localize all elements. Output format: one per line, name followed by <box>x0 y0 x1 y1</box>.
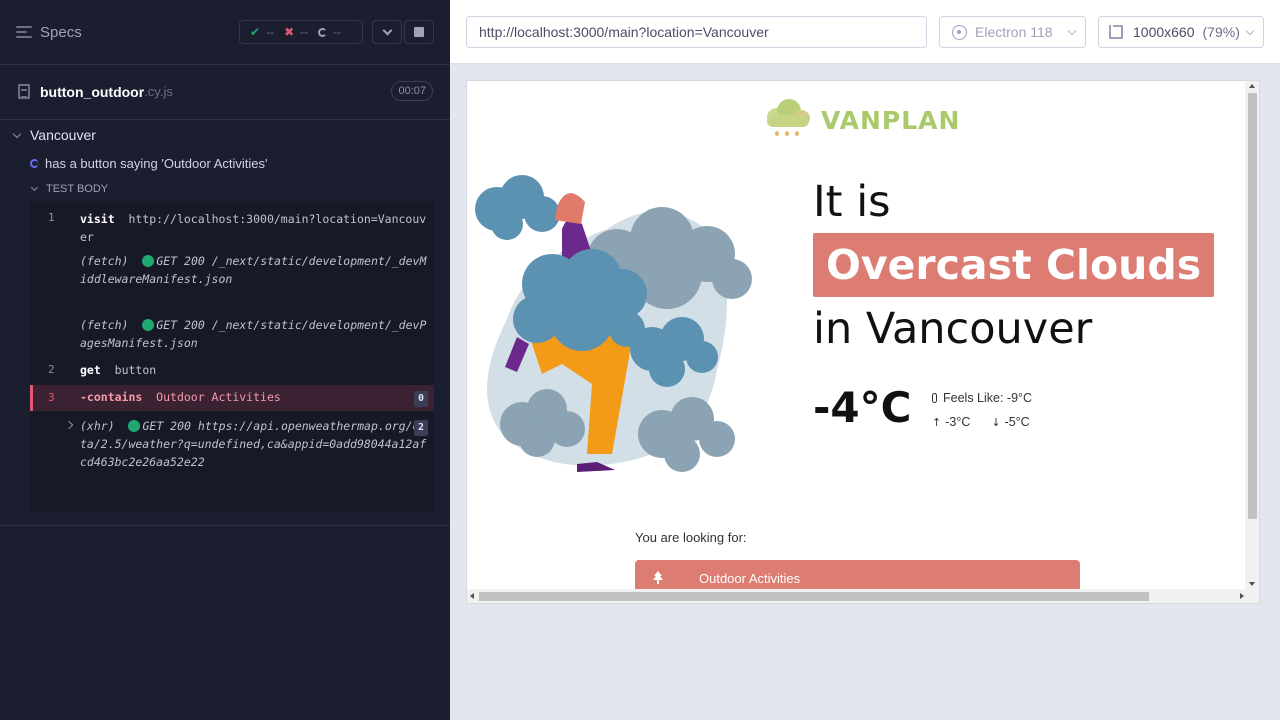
chevron-down-icon <box>382 25 392 35</box>
vertical-scrollbar[interactable] <box>1245 81 1259 589</box>
scroll-down-icon[interactable] <box>1249 582 1255 586</box>
chevron-down-icon <box>1067 26 1077 36</box>
stop-icon <box>414 27 424 37</box>
test-title[interactable]: has a button saying 'Outdoor Activities' <box>0 148 450 178</box>
status-dot-icon <box>142 319 155 331</box>
browser-selector[interactable]: Electron 118 <box>939 16 1086 48</box>
spec-file-ext: .cy.js <box>144 84 173 99</box>
scrollbar-thumb[interactable] <box>1248 93 1257 519</box>
app-logo[interactable]: VANPLAN <box>761 97 960 143</box>
command-row-failed[interactable]: 3 -contains Outdoor Activities 0 <box>30 385 434 411</box>
status-dot-icon <box>142 255 155 267</box>
chevron-down-icon <box>30 183 39 192</box>
failed-stat: ✖ -- <box>284 25 309 39</box>
weather-condition: Overcast Clouds <box>813 233 1215 297</box>
command-row[interactable]: 2 get button <box>30 359 434 383</box>
stop-button[interactable] <box>404 20 434 44</box>
command-row[interactable]: 1 visit http://localhost:3000/main?locat… <box>30 207 434 247</box>
reporter-header: Specs ✔ -- ✖ -- -- <box>0 0 450 65</box>
document-icon <box>18 84 30 99</box>
location-line: in Vancouver <box>813 304 1093 354</box>
suite: Vancouver has a button saying 'Outdoor A… <box>0 122 450 200</box>
spinner-icon <box>30 158 39 168</box>
electron-icon <box>952 24 967 40</box>
temp-max: -3°C <box>945 415 971 429</box>
duration-badge: 00:07 <box>391 81 433 101</box>
spec-file-row[interactable]: button_outdoor .cy.js 00:07 <box>0 64 450 120</box>
x-icon: ✖ <box>284 25 295 39</box>
scroll-right-icon[interactable] <box>1240 593 1244 599</box>
scroll-left-icon[interactable] <box>470 593 474 599</box>
status-dot-icon <box>128 420 141 432</box>
arrow-down-icon: ↓ <box>991 416 1001 429</box>
command-row[interactable]: (xhr) GET 200 https://api.openweathermap… <box>30 417 434 509</box>
pending-icon <box>318 27 328 37</box>
passed-stat: ✔ -- <box>250 25 275 39</box>
cloud-logo-icon <box>767 99 810 136</box>
thermometer-icon <box>932 393 937 403</box>
horizontal-scrollbar[interactable] <box>467 589 1259 603</box>
weather-illustration <box>475 175 752 472</box>
tree-icon <box>653 571 663 584</box>
pending-stat: -- <box>318 25 341 39</box>
command-log: 1 visit http://localhost:3000/main?locat… <box>30 203 434 512</box>
spec-file-name: button_outdoor <box>40 83 145 100</box>
url-field[interactable]: http://localhost:3000/main?location=Vanc… <box>466 16 927 48</box>
specs-label[interactable]: Specs <box>40 24 82 41</box>
weather-summary: It is Overcast Clouds in Vancouver <box>813 173 1215 361</box>
count-badge: 2 <box>414 420 428 436</box>
chevron-down-icon <box>1245 26 1255 36</box>
chevron-right-icon[interactable] <box>64 420 74 430</box>
temp-min: -5°C <box>1004 415 1030 429</box>
app-frame: VANPLAN It is Overcast Clouds in Vancouv… <box>466 80 1260 604</box>
reporter-panel: Specs ✔ -- ✖ -- -- button_outdoor .cy.js 0… <box>0 0 450 720</box>
scroll-up-icon[interactable] <box>1249 84 1255 88</box>
check-icon: ✔ <box>250 25 261 39</box>
headline-prefix: It is <box>813 177 891 227</box>
count-badge: 0 <box>414 391 428 407</box>
ruler-icon <box>1109 25 1123 39</box>
temperature-details: Feels Like: -9°C ↑ -3°C ↓ -5°C <box>932 389 1032 437</box>
suite-title[interactable]: Vancouver <box>0 122 450 148</box>
aut-toolbar: http://localhost:3000/main?location=Vanc… <box>450 0 1280 64</box>
viewport-selector[interactable]: 1000x660 (79%) <box>1098 16 1264 48</box>
logo-text: VANPLAN <box>821 105 961 135</box>
temperature: -4°C <box>813 383 912 432</box>
looking-for-label: You are looking for: <box>635 530 747 545</box>
test-body-toggle[interactable]: TEST BODY <box>0 178 450 200</box>
divider <box>0 525 450 526</box>
scrollbar-thumb[interactable] <box>479 592 1149 601</box>
command-row[interactable]: (fetch) GET 200 /_next/static/developmen… <box>30 316 434 356</box>
command-row[interactable]: (fetch) GET 200 /_next/static/developmen… <box>30 251 434 309</box>
menu-icon[interactable] <box>16 26 32 38</box>
chevron-down-icon <box>12 129 22 138</box>
options-dropdown-button[interactable] <box>372 20 402 44</box>
arrow-up-icon: ↑ <box>932 416 942 429</box>
feels-like: Feels Like: -9°C <box>943 391 1033 405</box>
test-stats: ✔ -- ✖ -- -- <box>239 20 363 44</box>
